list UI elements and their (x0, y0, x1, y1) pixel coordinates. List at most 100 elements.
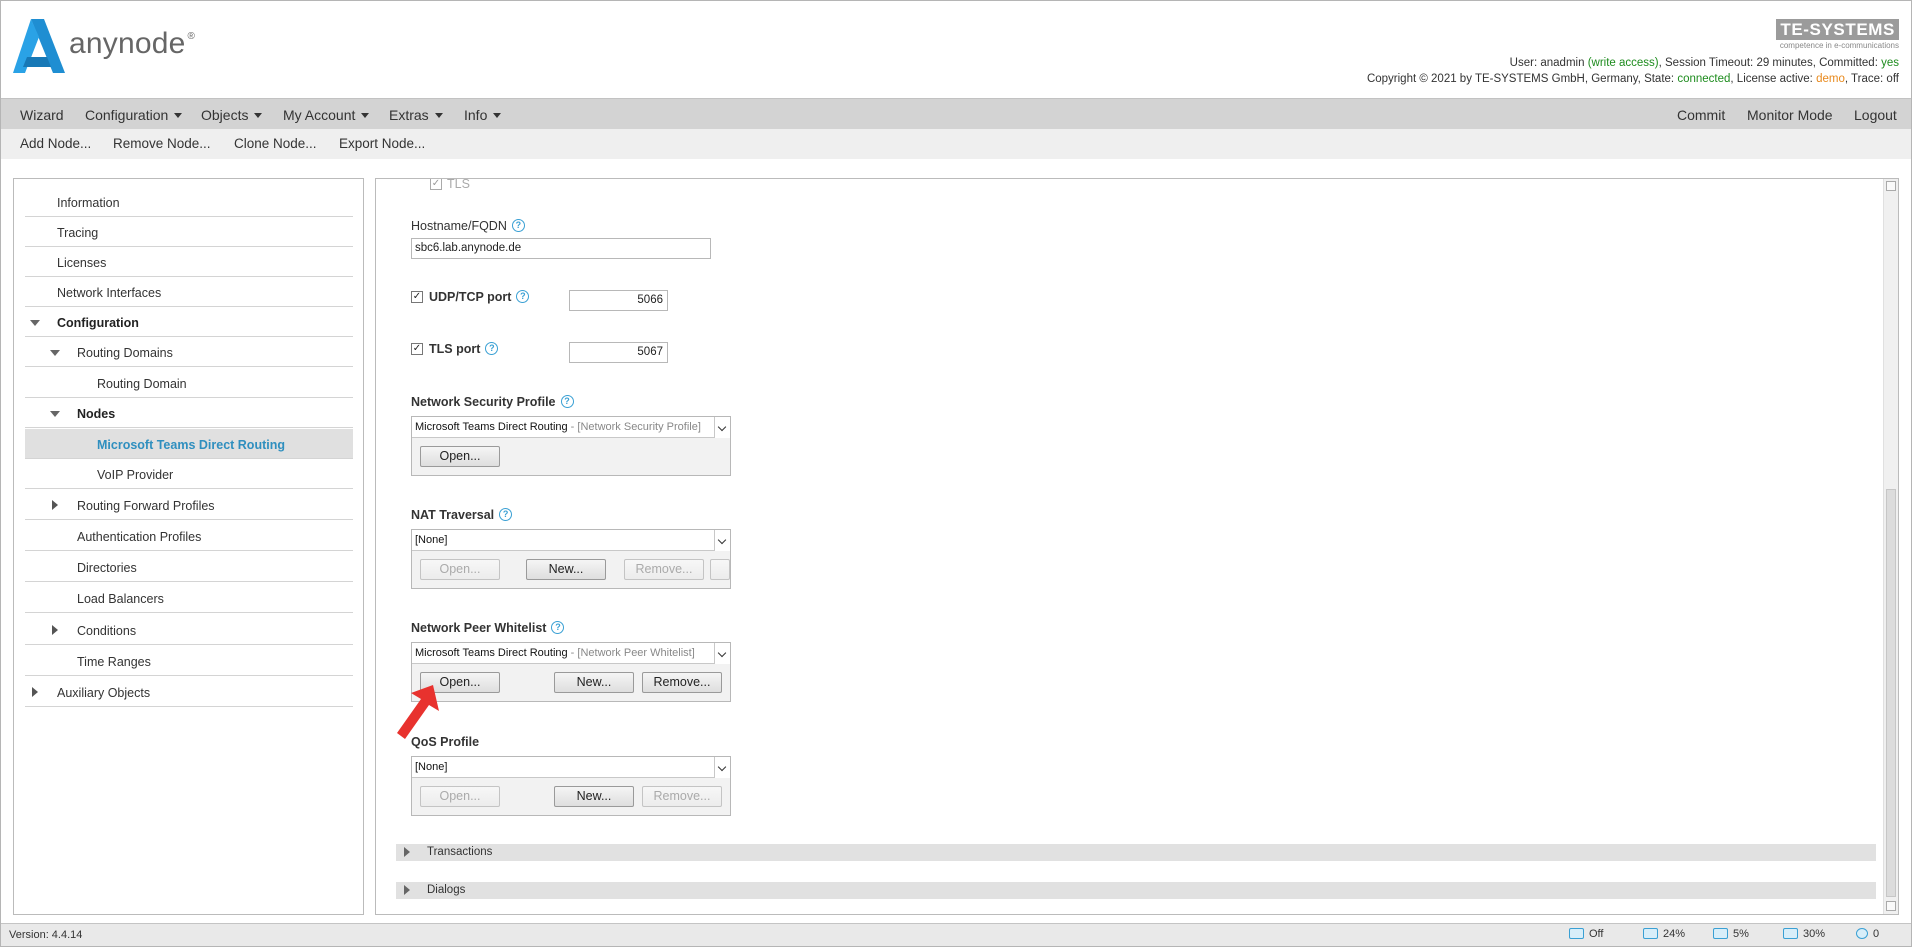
qos-remove-button[interactable]: Remove... (642, 786, 722, 807)
qos-profile-select[interactable]: [None] (412, 757, 730, 778)
scrollbar-thumb[interactable] (1886, 489, 1896, 897)
menu-my-account[interactable]: My Account (283, 107, 370, 123)
nat-traversal-select[interactable]: [None] (412, 530, 730, 551)
chevron-down-icon (361, 112, 370, 118)
tls-port-checkbox[interactable]: ✓ (411, 343, 423, 355)
help-icon[interactable]: ? (499, 508, 513, 522)
add-node-button[interactable]: Add Node... (20, 136, 91, 151)
help-icon[interactable]: ? (511, 219, 525, 233)
sidebar-item-auxiliary-objects[interactable]: Auxiliary Objects (25, 677, 353, 707)
sidebar-item-directories[interactable]: Directories (25, 552, 353, 582)
collapsed-triangle-icon[interactable] (52, 500, 58, 510)
sidebar-item-network-interfaces[interactable]: Network Interfaces (25, 277, 353, 307)
transactions-section[interactable]: Transactions (396, 844, 1876, 861)
expand-triangle-icon[interactable] (30, 320, 40, 326)
alerts-indicator[interactable]: 0 (1856, 927, 1879, 940)
expand-triangle-icon[interactable] (50, 350, 60, 356)
chevron-down-icon[interactable] (714, 530, 730, 551)
section-title: Dialogs (427, 884, 466, 896)
chevron-down-icon (174, 112, 183, 118)
sidebar-item-label: Microsoft Teams Direct Routing (97, 438, 285, 452)
sidebar-item-label: Configuration (57, 316, 139, 330)
tls-checkbox[interactable]: ✓ (430, 179, 442, 190)
udp-tcp-port-input[interactable]: 5066 (569, 290, 668, 311)
sidebar-item-label: Conditions (77, 624, 137, 638)
export-node-button[interactable]: Export Node... (339, 136, 425, 151)
npw-remove-button[interactable]: Remove... (642, 672, 722, 693)
trace-icon (1569, 927, 1584, 939)
nsp-open-button[interactable]: Open... (420, 446, 500, 467)
sidebar-item-routing-domain[interactable]: Routing Domain (25, 368, 353, 398)
trace-status[interactable]: Off (1569, 927, 1603, 940)
chevron-down-icon (254, 112, 263, 118)
monitor-mode-button[interactable]: Monitor Mode (1747, 107, 1833, 123)
sidebar-item-label: Nodes (77, 407, 116, 421)
udp-tcp-port-checkbox[interactable]: ✓ (411, 291, 423, 303)
menu-extras[interactable]: Extras (389, 107, 443, 123)
collapsed-triangle-icon[interactable] (404, 847, 410, 857)
scroll-up-icon[interactable] (1886, 181, 1896, 191)
stat-indicator-1[interactable]: 24% (1643, 927, 1685, 940)
sidebar-item-conditions[interactable]: Conditions (25, 615, 353, 645)
network-security-profile-select[interactable]: Microsoft Teams Direct Routing - [Networ… (412, 417, 730, 438)
nat-traversal-group: [None] Open... New... Remove... (411, 529, 731, 589)
menu-objects[interactable]: Objects (201, 107, 263, 123)
logout-button[interactable]: Logout (1854, 107, 1897, 123)
npw-new-button[interactable]: New... (554, 672, 634, 693)
nat-extra-button[interactable] (710, 559, 730, 580)
sidebar-item-load-balancers[interactable]: Load Balancers (25, 583, 353, 613)
network-peer-whitelist-group: Microsoft Teams Direct Routing - [Networ… (411, 642, 731, 702)
dialogs-section[interactable]: Dialogs (396, 882, 1876, 899)
sidebar-item-licenses[interactable]: Licenses (25, 247, 353, 277)
stat-indicator-3[interactable]: 30% (1783, 927, 1825, 940)
sidebar-item-label: Network Interfaces (57, 286, 162, 300)
nat-open-button[interactable]: Open... (420, 559, 500, 580)
sidebar-item-routing-domains[interactable]: Routing Domains (25, 337, 353, 367)
sidebar-item-routing-forward-profiles[interactable]: Routing Forward Profiles (25, 490, 353, 520)
clone-node-button[interactable]: Clone Node... (234, 136, 317, 151)
commit-button[interactable]: Commit (1677, 107, 1725, 123)
chevron-down-icon[interactable] (714, 417, 730, 438)
sidebar-item-label: Directories (77, 561, 137, 575)
nat-new-button[interactable]: New... (526, 559, 606, 580)
menu-info[interactable]: Info (464, 107, 502, 123)
menu-bar: Wizard Configuration Objects My Account … (1, 98, 1911, 129)
help-icon[interactable]: ? (516, 290, 530, 304)
expand-triangle-icon[interactable] (50, 411, 60, 417)
sidebar-item-label: Tracing (57, 226, 99, 240)
navigation-tree: Information Tracing Licenses Network Int… (13, 178, 364, 915)
vertical-scrollbar[interactable] (1883, 179, 1898, 914)
chevron-down-icon[interactable] (714, 643, 730, 664)
chevron-down-icon[interactable] (714, 757, 730, 778)
qos-new-button[interactable]: New... (554, 786, 634, 807)
qos-open-button[interactable]: Open... (420, 786, 500, 807)
scroll-down-icon[interactable] (1886, 901, 1896, 911)
collapsed-triangle-icon[interactable] (52, 625, 58, 635)
brand-name: anynode ® (69, 27, 196, 60)
sidebar-item-ms-teams-direct-routing[interactable]: Microsoft Teams Direct Routing (25, 429, 353, 459)
menu-wizard[interactable]: Wizard (20, 107, 64, 123)
hostname-input[interactable]: sbc6.lab.anynode.de (411, 238, 711, 259)
sidebar-item-information[interactable]: Information (25, 187, 353, 217)
sidebar-item-authentication-profiles[interactable]: Authentication Profiles (25, 521, 353, 551)
sidebar-item-tracing[interactable]: Tracing (25, 217, 353, 247)
sidebar-item-time-ranges[interactable]: Time Ranges (25, 646, 353, 676)
company-logo: TE-SYSTEMS competence in e-communication… (1759, 19, 1899, 50)
collapsed-triangle-icon[interactable] (32, 687, 38, 697)
sidebar-item-configuration[interactable]: Configuration (25, 307, 353, 337)
network-peer-whitelist-select[interactable]: Microsoft Teams Direct Routing - [Networ… (412, 643, 730, 664)
help-icon[interactable]: ? (551, 621, 565, 635)
sidebar-item-voip-provider[interactable]: VoIP Provider (25, 459, 353, 489)
network-security-profile-label: Network Security Profile? (411, 395, 574, 409)
help-icon[interactable]: ? (485, 342, 499, 356)
sidebar-item-label: Time Ranges (77, 655, 151, 669)
collapsed-triangle-icon[interactable] (404, 885, 410, 895)
tls-port-input[interactable]: 5067 (569, 342, 668, 363)
nat-remove-button[interactable]: Remove... (624, 559, 704, 580)
sidebar-item-nodes[interactable]: Nodes (25, 398, 353, 428)
stat-indicator-2[interactable]: 5% (1713, 927, 1749, 940)
remove-node-button[interactable]: Remove Node... (113, 136, 211, 151)
hostname-label: Hostname/FQDN? (411, 219, 525, 233)
help-icon[interactable]: ? (560, 395, 574, 409)
menu-configuration[interactable]: Configuration (85, 107, 183, 123)
